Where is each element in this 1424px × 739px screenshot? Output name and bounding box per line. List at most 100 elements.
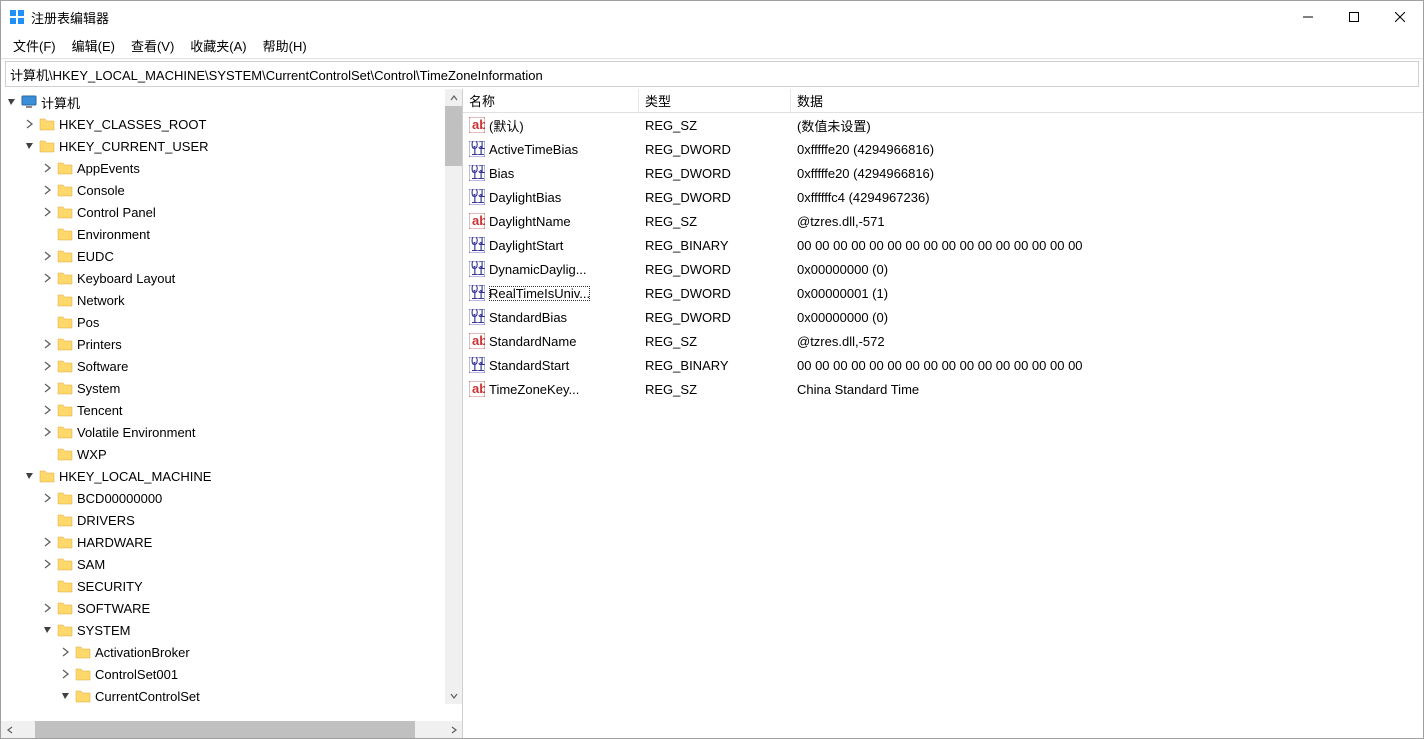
tree-node[interactable]: ControlSet001 [1,663,462,685]
chevron-right-icon [43,251,53,261]
tree-node[interactable]: Pos [1,311,462,333]
tree-horizontal-scrollbar[interactable] [1,721,462,738]
tree-node[interactable]: Software [1,355,462,377]
expander[interactable] [41,535,55,549]
tree-node[interactable]: HKEY_LOCAL_MACHINE [1,465,462,487]
expander[interactable] [41,381,55,395]
expander[interactable] [59,689,73,703]
expander[interactable] [59,645,73,659]
scroll-up-button[interactable] [445,89,462,106]
expander[interactable] [41,249,55,263]
scroll-track[interactable] [18,721,445,738]
tree-node[interactable]: SOFTWARE [1,597,462,619]
tree-node[interactable]: WXP [1,443,462,465]
tree-node[interactable]: Control Panel [1,201,462,223]
tree-node[interactable]: Network [1,289,462,311]
value-row[interactable]: BiasREG_DWORD0xfffffe20 (4294966816) [463,161,1423,185]
address-bar[interactable]: 计算机\HKEY_LOCAL_MACHINE\SYSTEM\CurrentCon… [5,61,1419,87]
expander[interactable] [41,491,55,505]
expander[interactable] [41,271,55,285]
value-type: REG_DWORD [639,142,791,157]
value-row[interactable]: DaylightBiasREG_DWORD0xffffffc4 (4294967… [463,185,1423,209]
tree-node[interactable]: AppEvents [1,157,462,179]
expander[interactable] [41,403,55,417]
expander[interactable] [23,469,37,483]
value-row[interactable]: (默认)REG_SZ(数值未设置) [463,113,1423,137]
tree-node[interactable]: CurrentControlSet [1,685,462,707]
scroll-down-button[interactable] [445,687,462,704]
menu-view[interactable]: 查看(V) [123,34,182,57]
value-type: REG_BINARY [639,358,791,373]
tree-node[interactable]: Environment [1,223,462,245]
menu-favorites[interactable]: 收藏夹(A) [182,34,254,57]
tree-node[interactable]: Console [1,179,462,201]
tree-node[interactable]: HKEY_CURRENT_USER [1,135,462,157]
value-name: DaylightBias [489,190,561,205]
tree-node[interactable]: SAM [1,553,462,575]
tree-node-label: SAM [77,557,105,572]
menu-file[interactable]: 文件(F) [5,34,64,57]
minimize-button[interactable] [1285,1,1331,33]
scroll-right-button[interactable] [445,721,462,738]
tree-node[interactable]: ActivationBroker [1,641,462,663]
folder-icon [57,204,73,220]
tree-node[interactable]: Keyboard Layout [1,267,462,289]
menu-edit[interactable]: 编辑(E) [64,34,123,57]
chevron-right-icon [449,725,459,735]
value-row[interactable]: StandardNameREG_SZ@tzres.dll,-572 [463,329,1423,353]
scroll-track[interactable] [445,106,462,687]
expander[interactable] [23,117,37,131]
tree-vertical-scrollbar[interactable] [445,89,462,704]
value-row[interactable]: DaylightNameREG_SZ@tzres.dll,-571 [463,209,1423,233]
close-button[interactable] [1377,1,1423,33]
scroll-left-button[interactable] [1,721,18,738]
tree-node-label: HARDWARE [77,535,152,550]
column-header-data[interactable]: 数据 [791,89,1423,112]
expander[interactable] [41,183,55,197]
value-name-cell: DaylightStart [463,237,639,253]
expander[interactable] [41,359,55,373]
tree-scroll-area[interactable]: 计算机 HKEY_CLASSES_ROOTHKEY_CURRENT_USERAp… [1,89,462,721]
value-row[interactable]: DynamicDaylig...REG_DWORD0x00000000 (0) [463,257,1423,281]
tree-node[interactable]: HKEY_CLASSES_ROOT [1,113,462,135]
chevron-right-icon [43,537,53,547]
expander[interactable] [41,557,55,571]
chevron-right-icon [43,207,53,217]
column-header-name[interactable]: 名称 [463,89,639,112]
scroll-thumb[interactable] [35,721,415,738]
expander[interactable] [41,601,55,615]
tree-node[interactable]: Tencent [1,399,462,421]
column-header-type[interactable]: 类型 [639,89,791,112]
value-row[interactable]: TimeZoneKey...REG_SZChina Standard Time [463,377,1423,401]
value-row[interactable]: StandardStartREG_BINARY00 00 00 00 00 00… [463,353,1423,377]
tree-node[interactable]: BCD00000000 [1,487,462,509]
tree-node[interactable]: EUDC [1,245,462,267]
values-list[interactable]: (默认)REG_SZ(数值未设置)ActiveTimeBiasREG_DWORD… [463,113,1423,738]
tree-node[interactable]: HARDWARE [1,531,462,553]
tree-node[interactable]: SYSTEM [1,619,462,641]
expander[interactable] [41,337,55,351]
menu-help[interactable]: 帮助(H) [255,34,315,57]
tree-root[interactable]: 计算机 [1,91,462,113]
tree-node[interactable]: Printers [1,333,462,355]
expander[interactable] [41,205,55,219]
scroll-thumb[interactable] [445,106,462,166]
expander[interactable] [59,667,73,681]
expander[interactable] [41,623,55,637]
tree-node[interactable]: DRIVERS [1,509,462,531]
value-row[interactable]: RealTimeIsUniv...REG_DWORD0x00000001 (1) [463,281,1423,305]
tree-node[interactable]: SECURITY [1,575,462,597]
folder-icon [57,248,73,264]
value-row[interactable]: StandardBiasREG_DWORD0x00000000 (0) [463,305,1423,329]
value-row[interactable]: DaylightStartREG_BINARY00 00 00 00 00 00… [463,233,1423,257]
titlebar[interactable]: 注册表编辑器 [1,1,1423,33]
tree-node[interactable]: Volatile Environment [1,421,462,443]
expander[interactable] [41,161,55,175]
value-row[interactable]: ActiveTimeBiasREG_DWORD0xfffffe20 (42949… [463,137,1423,161]
expander[interactable] [23,139,37,153]
maximize-button[interactable] [1331,1,1377,33]
expander[interactable] [41,425,55,439]
value-name: StandardStart [489,358,569,373]
expander-icon[interactable] [5,95,19,109]
tree-node[interactable]: System [1,377,462,399]
